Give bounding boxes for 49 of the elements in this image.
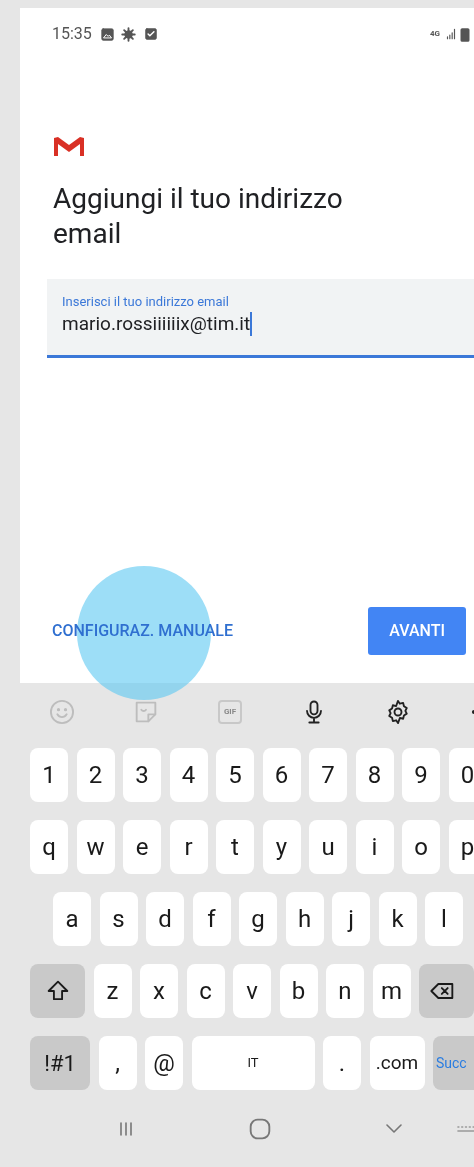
key[interactable]: e bbox=[123, 820, 161, 874]
key[interactable]: 5 bbox=[216, 748, 254, 802]
page-heading: Aggiungi il tuo indirizzo email bbox=[52, 181, 344, 251]
key[interactable]: y bbox=[262, 820, 301, 874]
key[interactable]: i bbox=[355, 820, 394, 874]
status-time: 15:35 bbox=[52, 23, 92, 45]
key[interactable]: 0 bbox=[448, 748, 474, 802]
key[interactable]: w bbox=[76, 820, 115, 874]
key[interactable]: 2 bbox=[76, 748, 115, 802]
field-value: mario.rossiiiiiix@tim.it bbox=[62, 311, 251, 337]
key[interactable]: n bbox=[326, 964, 364, 1018]
key[interactable]: f bbox=[192, 892, 231, 946]
key[interactable]: q bbox=[30, 820, 68, 874]
email-field[interactable]: Inserisci il tuo indirizzo email mario.rossiiiiiix@tim.it bbox=[47, 279, 474, 358]
key[interactable]: u bbox=[309, 820, 347, 874]
key[interactable]: 4 bbox=[169, 748, 208, 802]
key[interactable]: 6 bbox=[262, 748, 301, 802]
symbols-key[interactable]: !#1 bbox=[30, 1036, 90, 1090]
key[interactable]: r bbox=[169, 820, 208, 874]
key[interactable]: l bbox=[425, 892, 463, 946]
next-button[interactable]: AVANTI bbox=[368, 607, 466, 655]
key[interactable]: t bbox=[216, 820, 254, 874]
key[interactable]: 1 bbox=[30, 748, 68, 802]
key[interactable]: d bbox=[146, 892, 184, 946]
key[interactable]: 9 bbox=[402, 748, 440, 802]
key[interactable]: b bbox=[279, 964, 318, 1018]
key[interactable]: 7 bbox=[309, 748, 347, 802]
key[interactable]: j bbox=[332, 892, 370, 946]
key[interactable]: v bbox=[233, 964, 271, 1018]
key[interactable]: @ bbox=[145, 1036, 183, 1090]
key[interactable]: h bbox=[285, 892, 324, 946]
key[interactable]: p bbox=[448, 820, 474, 874]
network-label: 4G bbox=[429, 30, 440, 38]
key[interactable]: 3 bbox=[123, 748, 161, 802]
key[interactable]: s bbox=[99, 892, 138, 946]
key[interactable]: , bbox=[98, 1036, 137, 1090]
key[interactable]: 8 bbox=[355, 748, 394, 802]
key[interactable]: k bbox=[378, 892, 417, 946]
space-key[interactable]: IT bbox=[191, 1036, 315, 1090]
key[interactable]: o bbox=[402, 820, 440, 874]
key[interactable]: .com bbox=[369, 1036, 425, 1090]
key[interactable]: z bbox=[93, 964, 132, 1018]
key[interactable]: m bbox=[372, 964, 411, 1018]
key[interactable]: x bbox=[140, 964, 178, 1018]
key[interactable]: g bbox=[239, 892, 277, 946]
field-label: Inserisci il tuo indirizzo email bbox=[62, 293, 230, 311]
key[interactable]: a bbox=[53, 892, 91, 946]
key[interactable]: . bbox=[323, 1036, 361, 1090]
key[interactable]: c bbox=[186, 964, 225, 1018]
